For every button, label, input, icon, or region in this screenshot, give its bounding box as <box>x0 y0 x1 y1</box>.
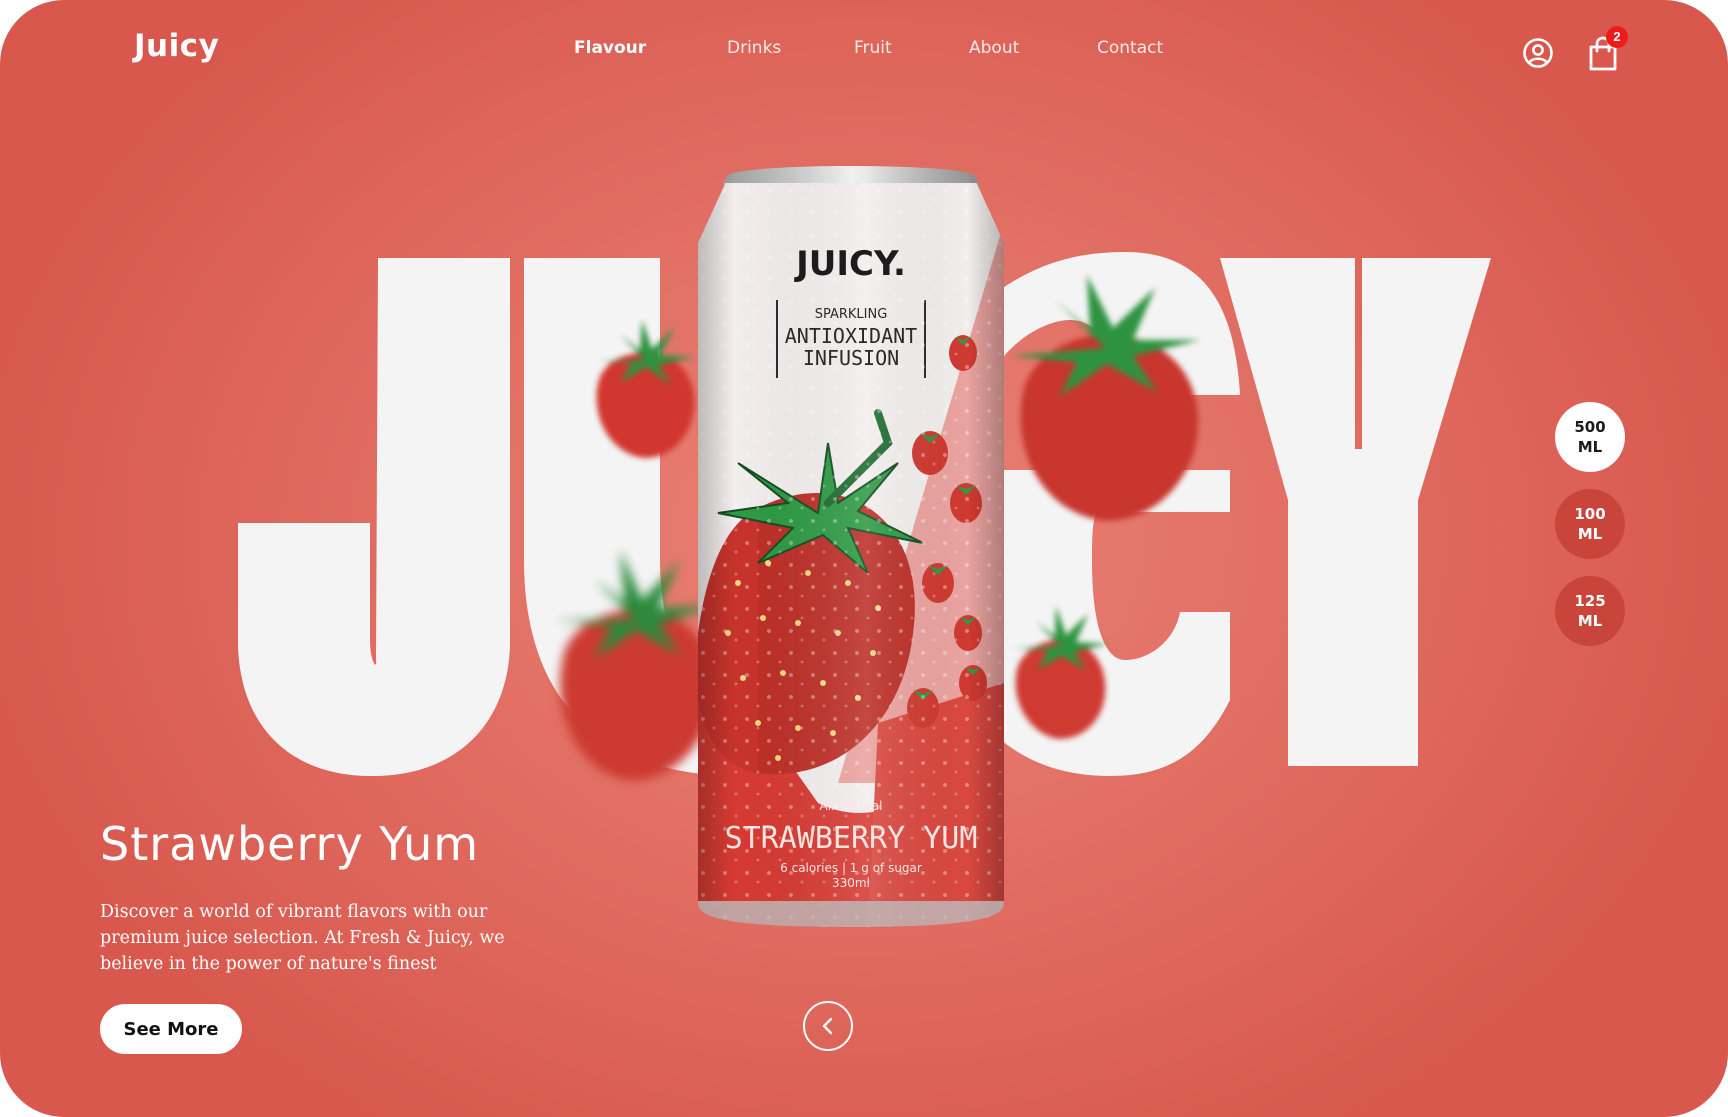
size-option-100ml[interactable]: 100 ML <box>1555 489 1625 559</box>
nav-item-drinks[interactable]: Drinks <box>727 38 781 58</box>
size-value: 500 <box>1574 418 1606 436</box>
letter-y <box>1220 258 1491 766</box>
can-nutrition: 6 calories | 1 g of sugar <box>780 861 922 875</box>
prev-slide-button[interactable] <box>803 1001 853 1051</box>
nav-item-flavour[interactable]: Flavour <box>574 38 646 58</box>
size-option-500ml[interactable]: 500 ML <box>1555 402 1625 472</box>
strawberry-bottom-right <box>1014 606 1108 739</box>
nav-item-about[interactable]: About <box>969 38 1019 58</box>
can-line3: INFUSION <box>803 346 899 370</box>
product-title: Strawberry Yum <box>100 817 480 871</box>
can-line2: ANTIOXIDANT <box>785 324 917 348</box>
can-volume: 330ml <box>832 876 870 890</box>
size-value: 100 <box>1574 505 1606 523</box>
main-nav: Flavour Drinks Fruit About Contact <box>0 38 1728 62</box>
size-unit: ML <box>1577 612 1603 630</box>
can-brand: JUICY. <box>794 244 906 284</box>
chevron-left-icon <box>822 1017 833 1035</box>
cart-count-badge: 2 <box>1606 26 1628 48</box>
size-value: 125 <box>1574 592 1606 610</box>
see-more-button[interactable]: See More <box>100 1004 242 1054</box>
nav-item-fruit[interactable]: Fruit <box>854 38 892 58</box>
nav-item-contact[interactable]: Contact <box>1097 38 1163 58</box>
size-unit: ML <box>1577 525 1603 543</box>
juice-can: JUICY. SPARKLING ANTIOXIDANT INFUSION Al… <box>698 166 1004 927</box>
size-option-125ml[interactable]: 125 ML <box>1555 576 1625 646</box>
can-flavor: STRAWBERRY YUM <box>725 821 978 856</box>
hero-screen: JUICY. SPARKLING ANTIOXIDANT INFUSION Al… <box>0 0 1728 1117</box>
size-unit: ML <box>1577 438 1603 456</box>
strawberry-top-right <box>1010 275 1200 521</box>
can-tag: All Natural <box>820 799 883 813</box>
product-description: Discover a world of vibrant flavors with… <box>100 902 505 974</box>
strawberry-top-left <box>596 320 695 458</box>
user-icon[interactable] <box>1522 37 1554 69</box>
can-line1: SPARKLING <box>815 307 888 322</box>
